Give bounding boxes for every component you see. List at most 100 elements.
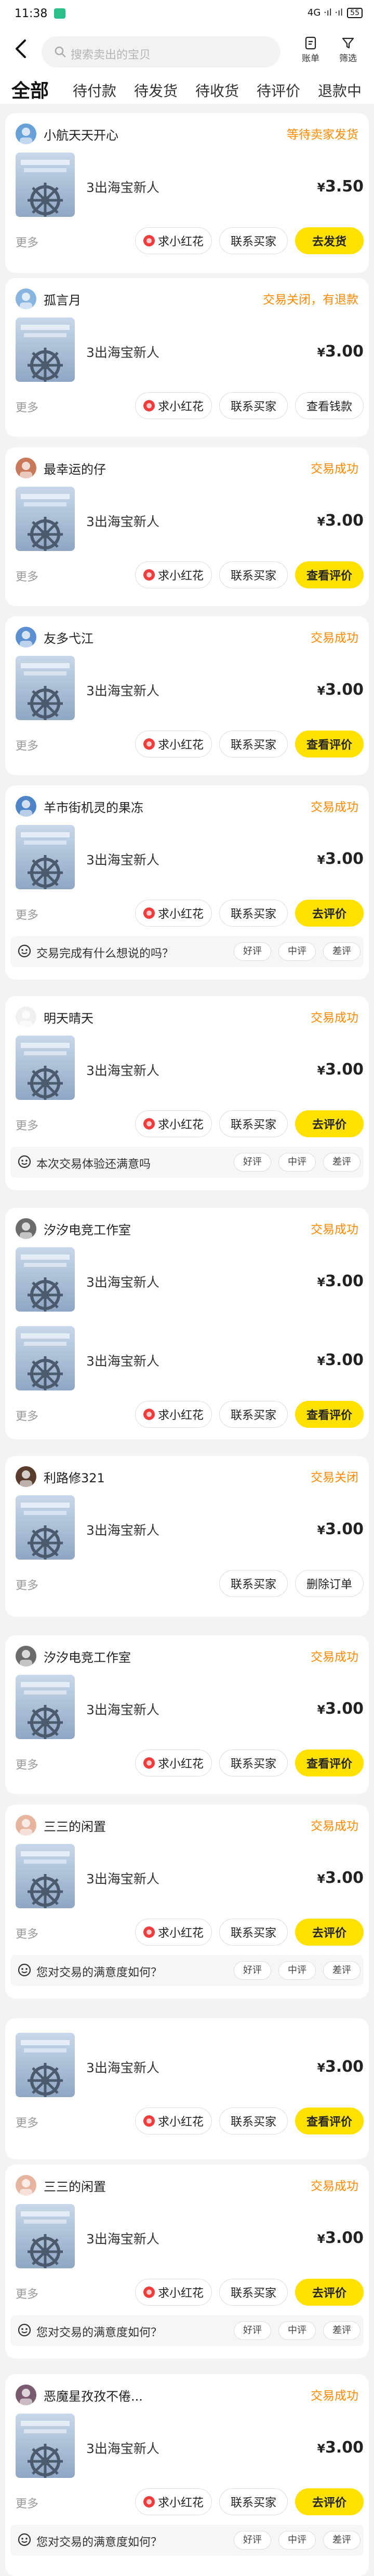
- view-review-button[interactable]: 查看评价: [295, 1401, 364, 1428]
- contact-buyer-button[interactable]: 联系买家: [219, 1401, 288, 1428]
- ask-flower-button[interactable]: 求小红花: [135, 561, 212, 588]
- buyer-info[interactable]: 最幸运的仔: [16, 458, 106, 478]
- ask-flower-button[interactable]: 求小红花: [135, 392, 212, 419]
- order-card[interactable]: 小航天天开心 等待卖家发货 3出海宝新人 ¥3.50 更多 去发货 联系买家 求小红花: [5, 113, 369, 273]
- order-card[interactable]: 利路修321 交易关闭 3出海宝新人 ¥3.00 更多 删除订单 联系买家: [5, 1456, 369, 1617]
- more-link[interactable]: 更多: [16, 1925, 38, 1941]
- go-review-button[interactable]: 去评价: [295, 2488, 364, 2515]
- contact-buyer-button[interactable]: 联系买家: [219, 1110, 288, 1137]
- ask-flower-button[interactable]: 求小红花: [135, 2107, 212, 2134]
- more-link[interactable]: 更多: [16, 2495, 38, 2511]
- go-review-button[interactable]: 去评价: [295, 1919, 364, 1946]
- view-review-button[interactable]: 查看评价: [295, 2107, 364, 2134]
- tab-pending-shipment[interactable]: 待发货: [134, 80, 178, 101]
- tab-pending-payment[interactable]: 待付款: [73, 80, 116, 101]
- go-review-button[interactable]: 去评价: [295, 900, 364, 927]
- order-card[interactable]: 孤言月 交易关闭，有退款 3出海宝新人 ¥3.00 更多 查看钱款 联系买家 求小红花: [5, 278, 369, 437]
- more-link[interactable]: 更多: [16, 1407, 38, 1424]
- contact-buyer-button[interactable]: 联系买家: [219, 2279, 288, 2306]
- ask-flower-button[interactable]: 求小红花: [135, 2279, 212, 2306]
- rate-mid-button[interactable]: 中评: [278, 1961, 316, 1980]
- product-item[interactable]: 3出海宝新人 ¥3.00: [16, 1036, 364, 1100]
- more-link[interactable]: 更多: [16, 1576, 38, 1593]
- view-review-button[interactable]: 查看评价: [295, 561, 364, 588]
- contact-buyer-button[interactable]: 联系买家: [219, 1919, 288, 1946]
- order-card[interactable]: 明天晴天 交易成功 3出海宝新人 ¥3.00 更多 去评价 联系买家 求小红花 本次交易体验还满…: [5, 996, 369, 1190]
- order-card[interactable]: 羊市街机灵的果冻 交易成功 3出海宝新人 ¥3.00 更多 去评价 联系买家 求小红花 交易完成…: [5, 786, 369, 980]
- go-review-button[interactable]: 去评价: [295, 2279, 364, 2306]
- buyer-info[interactable]: 利路修321: [16, 1466, 105, 1487]
- ask-flower-button[interactable]: 求小红花: [135, 2488, 212, 2515]
- product-item[interactable]: 3出海宝新人 ¥3.00: [16, 2033, 364, 2097]
- tab-refunding[interactable]: 退款中: [318, 80, 362, 101]
- order-card[interactable]: 汐汐电竞工作室 交易成功 3出海宝新人 ¥3.00 3出海宝新人 ¥3.00 更多 查看评价联…: [5, 1208, 369, 1439]
- contact-buyer-button[interactable]: 联系买家: [219, 900, 288, 927]
- tab-pending-review[interactable]: 待评价: [257, 80, 300, 101]
- product-item[interactable]: 3出海宝新人 ¥3.00: [16, 825, 364, 889]
- contact-buyer-button[interactable]: 联系买家: [219, 2488, 288, 2515]
- buyer-info[interactable]: 孤言月: [16, 288, 81, 309]
- order-card[interactable]: 最幸运的仔 交易成功 3出海宝新人 ¥3.00 更多 查看评价 联系买家 求小红花: [5, 447, 369, 606]
- rate-good-button[interactable]: 好评: [234, 1961, 271, 1980]
- product-item[interactable]: 3出海宝新人 ¥3.50: [16, 153, 364, 217]
- more-link[interactable]: 更多: [16, 1756, 38, 1772]
- product-item[interactable]: 3出海宝新人 ¥3.00: [16, 2414, 364, 2478]
- product-item[interactable]: 3出海宝新人 ¥3.00: [16, 1326, 364, 1390]
- rate-bad-button[interactable]: 差评: [323, 2531, 360, 2550]
- ask-flower-button[interactable]: 求小红花: [135, 731, 212, 757]
- ask-flower-button[interactable]: 求小红花: [135, 900, 212, 927]
- more-link[interactable]: 更多: [16, 737, 38, 753]
- rate-good-button[interactable]: 好评: [234, 2321, 271, 2340]
- view-review-button[interactable]: 查看评价: [295, 731, 364, 757]
- ask-flower-button[interactable]: 求小红花: [135, 1401, 212, 1428]
- rate-good-button[interactable]: 好评: [234, 2531, 271, 2550]
- buyer-info[interactable]: 汐汐电竞工作室: [16, 1646, 131, 1666]
- search-input[interactable]: 搜索卖出的宝贝: [42, 36, 280, 67]
- rate-mid-button[interactable]: 中评: [278, 2321, 316, 2340]
- order-card[interactable]: 三三的闲置 交易成功 3出海宝新人 ¥3.00 更多 去评价 联系买家 求小红花 您对交易的满意…: [5, 2165, 369, 2359]
- buyer-info[interactable]: 羊市街机灵的果冻: [16, 796, 143, 817]
- rate-bad-button[interactable]: 差评: [323, 1153, 360, 1172]
- more-link[interactable]: 更多: [16, 2285, 38, 2302]
- product-item[interactable]: 3出海宝新人 ¥3.00: [16, 1495, 364, 1560]
- contact-buyer-button[interactable]: 联系买家: [219, 1750, 288, 1776]
- rate-good-button[interactable]: 好评: [234, 942, 271, 961]
- contact-buyer-button[interactable]: 联系买家: [219, 227, 288, 254]
- ask-flower-button[interactable]: 求小红花: [135, 1919, 212, 1946]
- delete-order-button[interactable]: 删除订单: [295, 1570, 364, 1597]
- rate-mid-button[interactable]: 中评: [278, 1153, 316, 1172]
- rate-good-button[interactable]: 好评: [234, 1153, 271, 1172]
- order-card[interactable]: 汐汐电竞工作室 交易成功 3出海宝新人 ¥3.00 更多 查看评价 联系买家 求小红花: [5, 1635, 369, 1794]
- product-item[interactable]: 3出海宝新人 ¥3.00: [16, 2204, 364, 2268]
- tab-all[interactable]: 全部: [11, 76, 49, 107]
- contact-buyer-button[interactable]: 联系买家: [219, 731, 288, 757]
- view-review-button[interactable]: 查看评价: [295, 1750, 364, 1776]
- more-link[interactable]: 更多: [16, 1117, 38, 1133]
- product-item[interactable]: 3出海宝新人 ¥3.00: [16, 656, 364, 720]
- product-item[interactable]: 3出海宝新人 ¥3.00: [16, 318, 364, 382]
- ask-flower-button[interactable]: 求小红花: [135, 1110, 212, 1137]
- contact-buyer-button[interactable]: 联系买家: [219, 2107, 288, 2134]
- product-item[interactable]: 3出海宝新人 ¥3.00: [16, 1675, 364, 1739]
- order-card[interactable]: 3出海宝新人 ¥3.00 更多 查看评价 联系买家 求小红花: [5, 2018, 369, 2159]
- more-link[interactable]: 更多: [16, 2114, 38, 2130]
- more-link[interactable]: 更多: [16, 568, 38, 584]
- product-item[interactable]: 3出海宝新人 ¥3.00: [16, 1844, 364, 1908]
- more-link[interactable]: 更多: [16, 906, 38, 922]
- tab-pending-receipt[interactable]: 待收货: [195, 80, 239, 101]
- order-card[interactable]: 友多弋江 交易成功 3出海宝新人 ¥3.00 更多 查看评价 联系买家 求小红花: [5, 616, 369, 775]
- filter-button[interactable]: 筛选: [332, 36, 364, 64]
- buyer-info[interactable]: 友多弋江: [16, 627, 94, 648]
- more-link[interactable]: 更多: [16, 398, 38, 415]
- rate-bad-button[interactable]: 差评: [323, 2321, 360, 2340]
- rate-bad-button[interactable]: 差评: [323, 1961, 360, 1980]
- rate-mid-button[interactable]: 中评: [278, 942, 316, 961]
- contact-buyer-button[interactable]: 联系买家: [219, 392, 288, 419]
- order-card[interactable]: 三三的闲置 交易成功 3出海宝新人 ¥3.00 更多 去评价 联系买家 求小红花 您对交易的满意…: [5, 1804, 369, 1999]
- more-link[interactable]: 更多: [16, 233, 38, 250]
- ledger-button[interactable]: 账单: [295, 36, 326, 64]
- buyer-info[interactable]: 三三的闲置: [16, 1815, 106, 1836]
- ask-flower-button[interactable]: 求小红花: [135, 227, 212, 254]
- rate-mid-button[interactable]: 中评: [278, 2531, 316, 2550]
- buyer-info[interactable]: 明天晴天: [16, 1007, 94, 1027]
